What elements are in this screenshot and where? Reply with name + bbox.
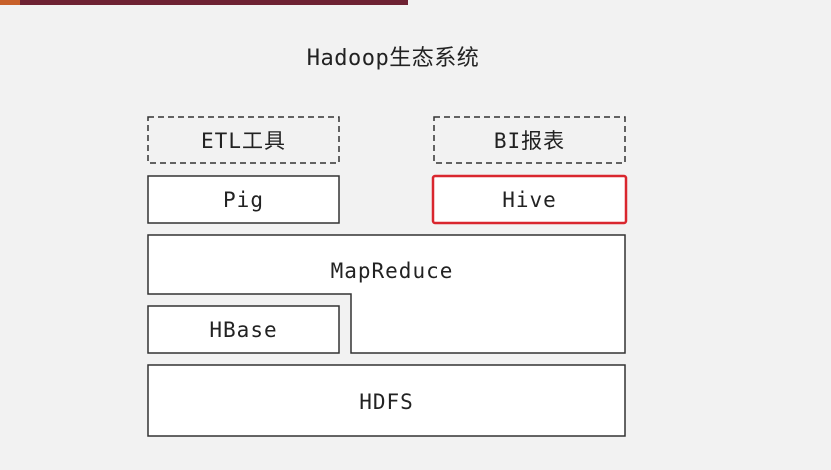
hive-box: Hive — [431, 174, 628, 225]
pig-label: Pig — [223, 188, 264, 212]
hadoop-ecosystem-diagram: ETL工具 BI报表 Pig Hive MapReduce HBase HDFS — [147, 116, 628, 437]
mapreduce-label: MapReduce — [331, 259, 454, 283]
hbase-label: HBase — [209, 318, 277, 342]
pig-box: Pig — [147, 175, 340, 224]
bi-reports-box: BI报表 — [433, 116, 626, 164]
hdfs-box: HDFS — [147, 364, 626, 437]
etl-tools-box: ETL工具 — [147, 116, 340, 164]
hbase-box: HBase — [147, 305, 340, 354]
hdfs-label: HDFS — [359, 390, 414, 414]
bi-reports-label: BI报表 — [494, 129, 565, 153]
hive-label: Hive — [502, 188, 557, 212]
etl-tools-label: ETL工具 — [201, 129, 286, 153]
